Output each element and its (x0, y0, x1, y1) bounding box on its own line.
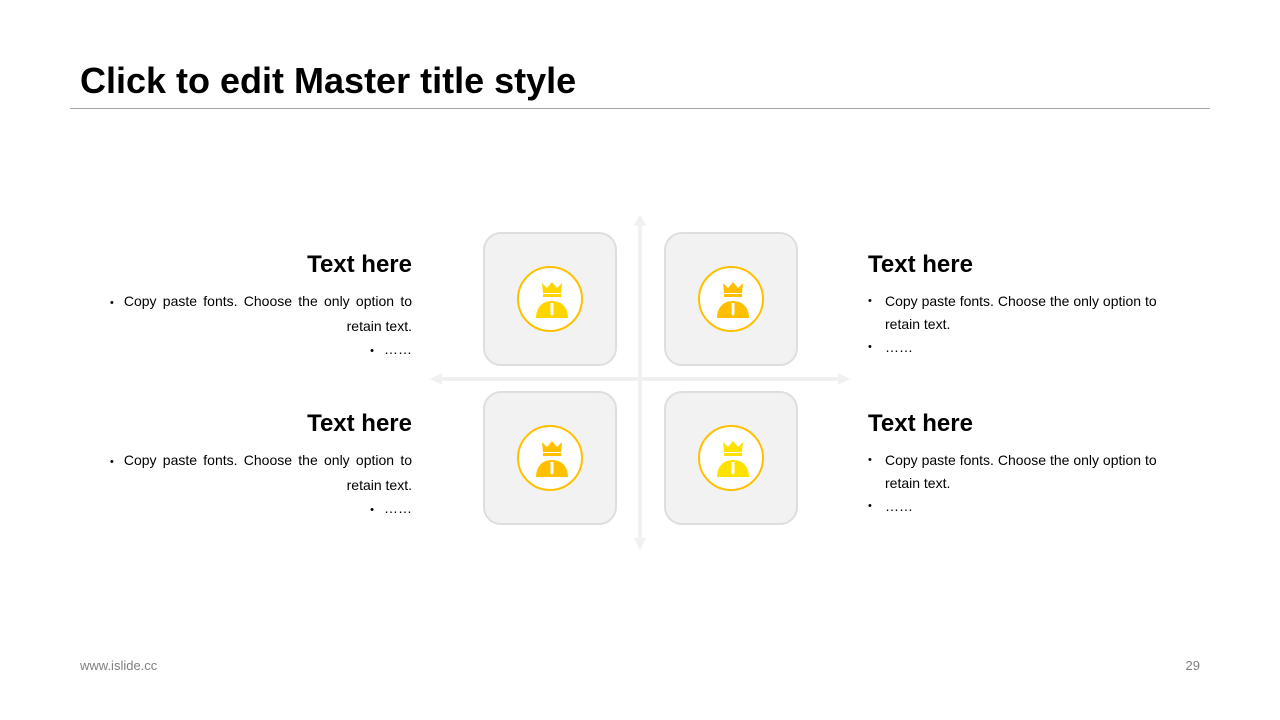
slide-title[interactable]: Click to edit Master title style (80, 60, 576, 102)
bullet-item: Copy paste fonts. Choose the only option… (868, 449, 1178, 495)
bullet-list: Copy paste fonts. Choose the only option… (868, 290, 1178, 359)
quadrant-tile-bottom-left[interactable] (483, 391, 617, 525)
bullet-icon: • (370, 504, 374, 516)
king-person-icon (717, 282, 749, 318)
king-person-icon (536, 441, 568, 477)
arrow-right-icon (838, 373, 850, 385)
bullet-item: Copy paste fonts. Choose the only option… (868, 290, 1178, 336)
quadrant-tile-top-left[interactable] (483, 232, 617, 366)
icon-badge (517, 266, 583, 332)
block-heading: Text here (307, 251, 412, 278)
bullet-list: • Copy paste fonts. Choose the only optio… (102, 290, 412, 363)
bullet-icon: • (110, 297, 114, 309)
bullet-item: •…… (370, 341, 412, 357)
arrow-down-icon (634, 538, 646, 550)
bullet-list: Copy paste fonts. Choose the only option… (868, 449, 1178, 518)
bullet-item: •…… (370, 500, 412, 516)
page-number: 29 (1185, 658, 1200, 673)
bullet-icon: • (370, 345, 374, 357)
text-block-bottom-right[interactable]: Text here Copy paste fonts. Choose the o… (868, 410, 1178, 519)
arrow-left-icon (430, 373, 442, 385)
icon-badge (698, 425, 764, 491)
bullet-icon: • (110, 456, 114, 468)
quadrant-tile-top-right[interactable] (664, 232, 798, 366)
king-person-icon (717, 441, 749, 477)
bullet-item: • Copy paste fonts. Choose the only optio… (110, 293, 412, 334)
text-block-top-left[interactable]: Text here • Copy paste fonts. Choose the … (102, 252, 412, 363)
block-heading: Text here (868, 251, 973, 278)
bullet-list: • Copy paste fonts. Choose the only optio… (102, 449, 412, 522)
vertical-axis (638, 222, 642, 542)
title-divider (70, 108, 1210, 109)
horizontal-axis (438, 377, 842, 381)
bullet-item: …… (868, 336, 1178, 359)
block-heading: Text here (868, 410, 973, 437)
footer-website: www.islide.cc (80, 658, 158, 673)
text-block-top-right[interactable]: Text here Copy paste fonts. Choose the o… (868, 251, 1178, 360)
bullet-item: …… (868, 495, 1178, 518)
icon-badge (517, 425, 583, 491)
king-person-icon (536, 282, 568, 318)
icon-badge (698, 266, 764, 332)
quadrant-tile-bottom-right[interactable] (664, 391, 798, 525)
bullet-item: • Copy paste fonts. Choose the only optio… (110, 452, 412, 493)
arrow-up-icon (634, 214, 646, 226)
block-heading: Text here (307, 410, 412, 437)
text-block-bottom-left[interactable]: Text here • Copy paste fonts. Choose the … (102, 411, 412, 522)
